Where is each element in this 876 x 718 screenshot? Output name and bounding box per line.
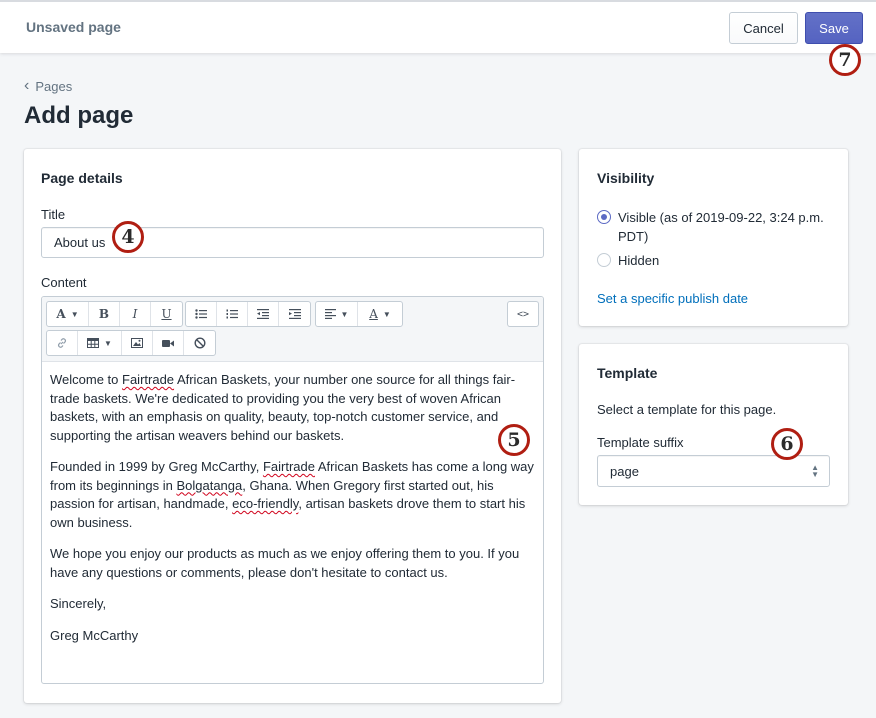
visibility-heading: Visibility xyxy=(597,170,655,186)
content-paragraph-4: Sincerely, xyxy=(50,596,107,611)
insert-image-button[interactable] xyxy=(122,331,153,355)
annotation-marker-6: 6 xyxy=(771,428,803,460)
insert-table-dropdown[interactable]: ▼ xyxy=(78,331,122,355)
indent-icon xyxy=(288,309,301,319)
breadcrumb-pages-link[interactable]: Pages xyxy=(35,79,72,94)
template-heading: Template xyxy=(597,365,658,381)
content-paragraph-1: Welcome to Fairtrade African Baskets, yo… xyxy=(50,372,516,443)
spelling-error: Fairtrade xyxy=(122,372,175,387)
italic-button[interactable]: I xyxy=(120,302,151,326)
text-color-dropdown[interactable]: A ▼ xyxy=(358,302,402,326)
numbered-list-button[interactable] xyxy=(217,302,248,326)
underline-button[interactable]: U xyxy=(151,302,182,326)
content-editor-body[interactable]: Welcome to Fairtrade African Baskets, yo… xyxy=(42,363,543,658)
spelling-error: Bolgatanga xyxy=(176,477,243,493)
chevron-left-icon: ‹ xyxy=(24,77,30,94)
annotation-marker-5: 5 xyxy=(498,424,530,456)
cancel-button[interactable]: Cancel xyxy=(729,12,798,44)
clear-formatting-button[interactable] xyxy=(184,331,215,355)
align-color-group: ▼ A ▼ xyxy=(315,301,403,327)
set-publish-date-link[interactable]: Set a specific publish date xyxy=(597,291,748,306)
page-details-card: Page details Title About us Content A ▼ B… xyxy=(24,149,561,703)
outdent-button[interactable] xyxy=(248,302,279,326)
caret-down-icon: ▼ xyxy=(340,309,349,319)
insert-link-button[interactable] xyxy=(47,331,78,355)
template-suffix-value: page xyxy=(610,463,639,479)
bullet-list-button[interactable] xyxy=(186,302,217,326)
content-paragraph-3: We hope you enjoy our products as much a… xyxy=(50,546,520,580)
numbered-list-icon xyxy=(226,309,238,319)
save-button[interactable]: Save xyxy=(805,12,863,44)
template-card: Template Select a template for this page… xyxy=(579,344,848,505)
content-label: Content xyxy=(41,275,87,290)
block-icon xyxy=(193,337,206,349)
breadcrumb[interactable]: ‹ Pages xyxy=(24,78,72,94)
top-bar: Unsaved page Cancel Save xyxy=(0,0,876,53)
editor-toolbar: A ▼ B I U ▼ A ▼ <> ▼ xyxy=(42,297,543,362)
caret-down-icon: ▼ xyxy=(104,338,112,348)
format-dropdown[interactable]: A ▼ xyxy=(47,302,89,326)
bullet-list-icon xyxy=(195,309,207,319)
caret-down-icon: ▼ xyxy=(70,309,79,319)
unsaved-page-title: Unsaved page xyxy=(26,19,121,35)
select-arrows-icon: ▲ ▼ xyxy=(811,463,819,479)
insert-video-button[interactable] xyxy=(153,331,184,355)
outdent-icon xyxy=(257,309,269,319)
link-icon xyxy=(58,338,66,348)
annotation-marker-4: 4 xyxy=(112,221,144,253)
text-style-group: A ▼ B I U xyxy=(46,301,183,327)
content-editor[interactable]: A ▼ B I U ▼ A ▼ <> ▼ Welcome to Fairtrad… xyxy=(41,296,544,684)
bold-button[interactable]: B xyxy=(89,302,120,326)
hidden-radio-option[interactable]: Hidden xyxy=(597,251,659,270)
video-camera-icon xyxy=(162,339,174,347)
spelling-error: Fairtrade xyxy=(262,459,315,474)
content-paragraph-2: Founded in 1999 by Greg McCarthy, Fairtr… xyxy=(50,459,534,530)
hidden-radio[interactable] xyxy=(597,253,611,267)
caret-down-icon: ▼ xyxy=(382,309,391,319)
visibility-card: Visibility Visible (as of 2019-09-22, 3:… xyxy=(579,149,848,326)
page-title: Add page xyxy=(24,102,134,129)
table-icon xyxy=(87,338,100,348)
align-left-icon xyxy=(324,309,336,319)
visible-radio-label: Visible (as of 2019-09-22, 3:24 p.m. PDT… xyxy=(618,210,824,244)
title-label: Title xyxy=(41,207,66,222)
page-details-heading: Page details xyxy=(41,170,123,186)
indent-button[interactable] xyxy=(279,302,310,326)
template-description: Select a template for this page. xyxy=(597,402,777,417)
content-paragraph-5: Greg McCarthy xyxy=(50,627,139,643)
visible-radio[interactable] xyxy=(597,210,611,224)
spelling-error: eco-friendly xyxy=(232,496,299,511)
title-input-value: About us xyxy=(54,235,106,250)
visible-radio-option[interactable]: Visible (as of 2019-09-22, 3:24 p.m. PDT… xyxy=(597,208,832,246)
hidden-radio-label: Hidden xyxy=(618,253,660,268)
list-group xyxy=(185,301,311,327)
template-suffix-select[interactable]: page ▲ ▼ xyxy=(597,455,830,487)
template-suffix-label: Template suffix xyxy=(597,435,684,450)
insert-group: ▼ xyxy=(46,330,216,356)
show-html-button[interactable]: <> xyxy=(508,302,538,326)
image-icon xyxy=(131,338,143,348)
annotation-marker-7: 7 xyxy=(829,44,861,76)
align-dropdown[interactable]: ▼ xyxy=(316,302,358,326)
html-group: <> xyxy=(507,301,539,327)
